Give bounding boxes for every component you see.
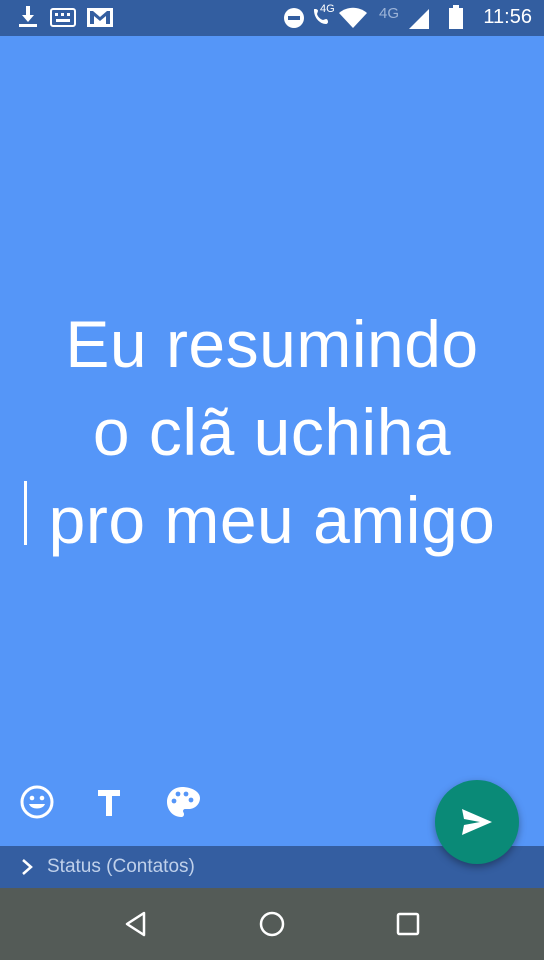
download-icon xyxy=(18,6,38,33)
emoji-icon[interactable] xyxy=(19,784,55,820)
signal-icon xyxy=(408,8,430,35)
recents-icon[interactable] xyxy=(392,908,424,940)
status-text-editor[interactable]: Eu resumindo o clã uchiha pro meu amigo xyxy=(0,300,544,564)
home-icon[interactable] xyxy=(256,908,288,940)
text-cursor xyxy=(24,481,27,545)
status-text-line: o clã uchiha xyxy=(92,395,452,469)
network-type-label: 4G xyxy=(320,3,335,15)
keyboard-icon xyxy=(50,6,76,33)
status-text-line: pro meu amigo xyxy=(48,483,496,557)
navigation-bar xyxy=(0,888,544,960)
battery-icon xyxy=(449,5,463,34)
recipient-label: Status (Contatos) xyxy=(47,856,195,877)
send-button[interactable] xyxy=(435,780,519,864)
clock: 11:56 xyxy=(483,6,532,28)
back-icon[interactable] xyxy=(120,908,152,940)
status-text-line: Eu resumindo xyxy=(65,307,479,381)
status-bar: 4G 4G 11:56 xyxy=(0,0,544,36)
send-icon xyxy=(462,809,492,835)
wifi-icon xyxy=(339,7,367,34)
do-not-disturb-icon xyxy=(283,7,305,34)
text-style-icon[interactable] xyxy=(91,784,127,820)
gmail-icon xyxy=(86,6,114,33)
chevron-right-icon xyxy=(22,859,33,875)
palette-icon[interactable] xyxy=(164,784,200,820)
network-type-label-2: 4G xyxy=(379,5,400,22)
